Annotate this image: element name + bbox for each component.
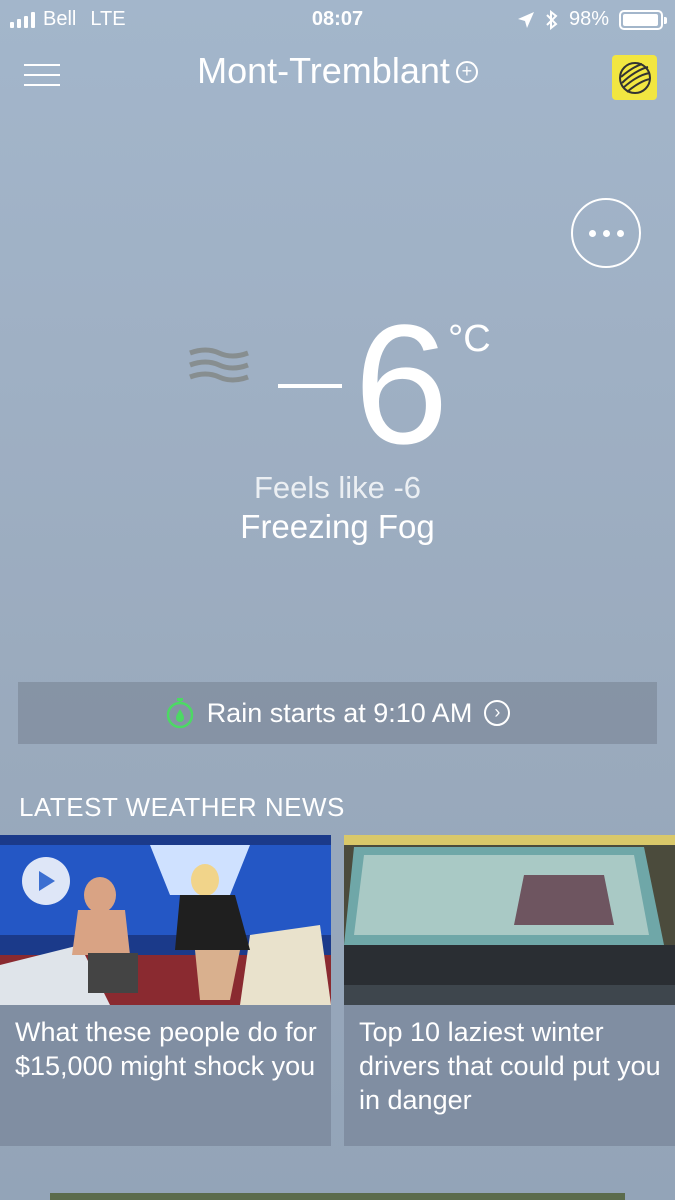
stopwatch-icon — [166, 698, 193, 729]
rain-alert-banner[interactable]: Rain starts at 9:10 AM › — [18, 682, 657, 744]
news-thumbnail-image — [344, 835, 675, 1005]
more-dots-icon — [588, 229, 596, 237]
status-right: 98% — [517, 8, 667, 31]
news-headline: What these people do for $15,000 might s… — [15, 1017, 317, 1081]
location-name: Mont-Tremblant — [197, 50, 450, 91]
location-arrow-icon — [517, 11, 534, 28]
battery-icon — [619, 9, 667, 30]
plus-circle-icon[interactable]: + — [455, 61, 478, 83]
chevron-right-icon: › — [484, 700, 511, 726]
play-icon — [39, 871, 55, 891]
battery-percent: 98% — [568, 8, 609, 30]
play-video-button[interactable] — [22, 857, 70, 905]
bluetooth-icon — [546, 9, 558, 30]
globe-logo-icon[interactable] — [612, 55, 657, 100]
temperature-unit[interactable]: °C — [448, 318, 491, 361]
minus-sign — [278, 384, 342, 389]
bottom-ad-banner[interactable] — [50, 1193, 625, 1200]
more-options-button[interactable] — [571, 198, 641, 268]
feels-like-text: Feels like -6 — [253, 470, 422, 505]
news-card[interactable]: Top 10 laziest winter drivers that could… — [344, 835, 675, 1146]
battery-fill — [623, 13, 659, 26]
current-temperature: 6 — [278, 295, 449, 475]
news-card[interactable]: What these people do for $15,000 might s… — [0, 835, 331, 1146]
status-bar: Bell LTE 08:07 98% — [0, 0, 675, 38]
news-headline: Top 10 laziest winter drivers that could… — [359, 1017, 661, 1115]
rain-alert-text: Rain starts at 9:10 AM — [206, 697, 473, 728]
news-section-heading: LATEST WEATHER NEWS — [19, 792, 345, 822]
location-title[interactable]: Mont-Tremblant + — [0, 50, 675, 92]
fog-icon — [189, 347, 249, 383]
condition-text: Freezing Fog — [240, 508, 435, 545]
temperature-value: 6 — [354, 290, 449, 480]
